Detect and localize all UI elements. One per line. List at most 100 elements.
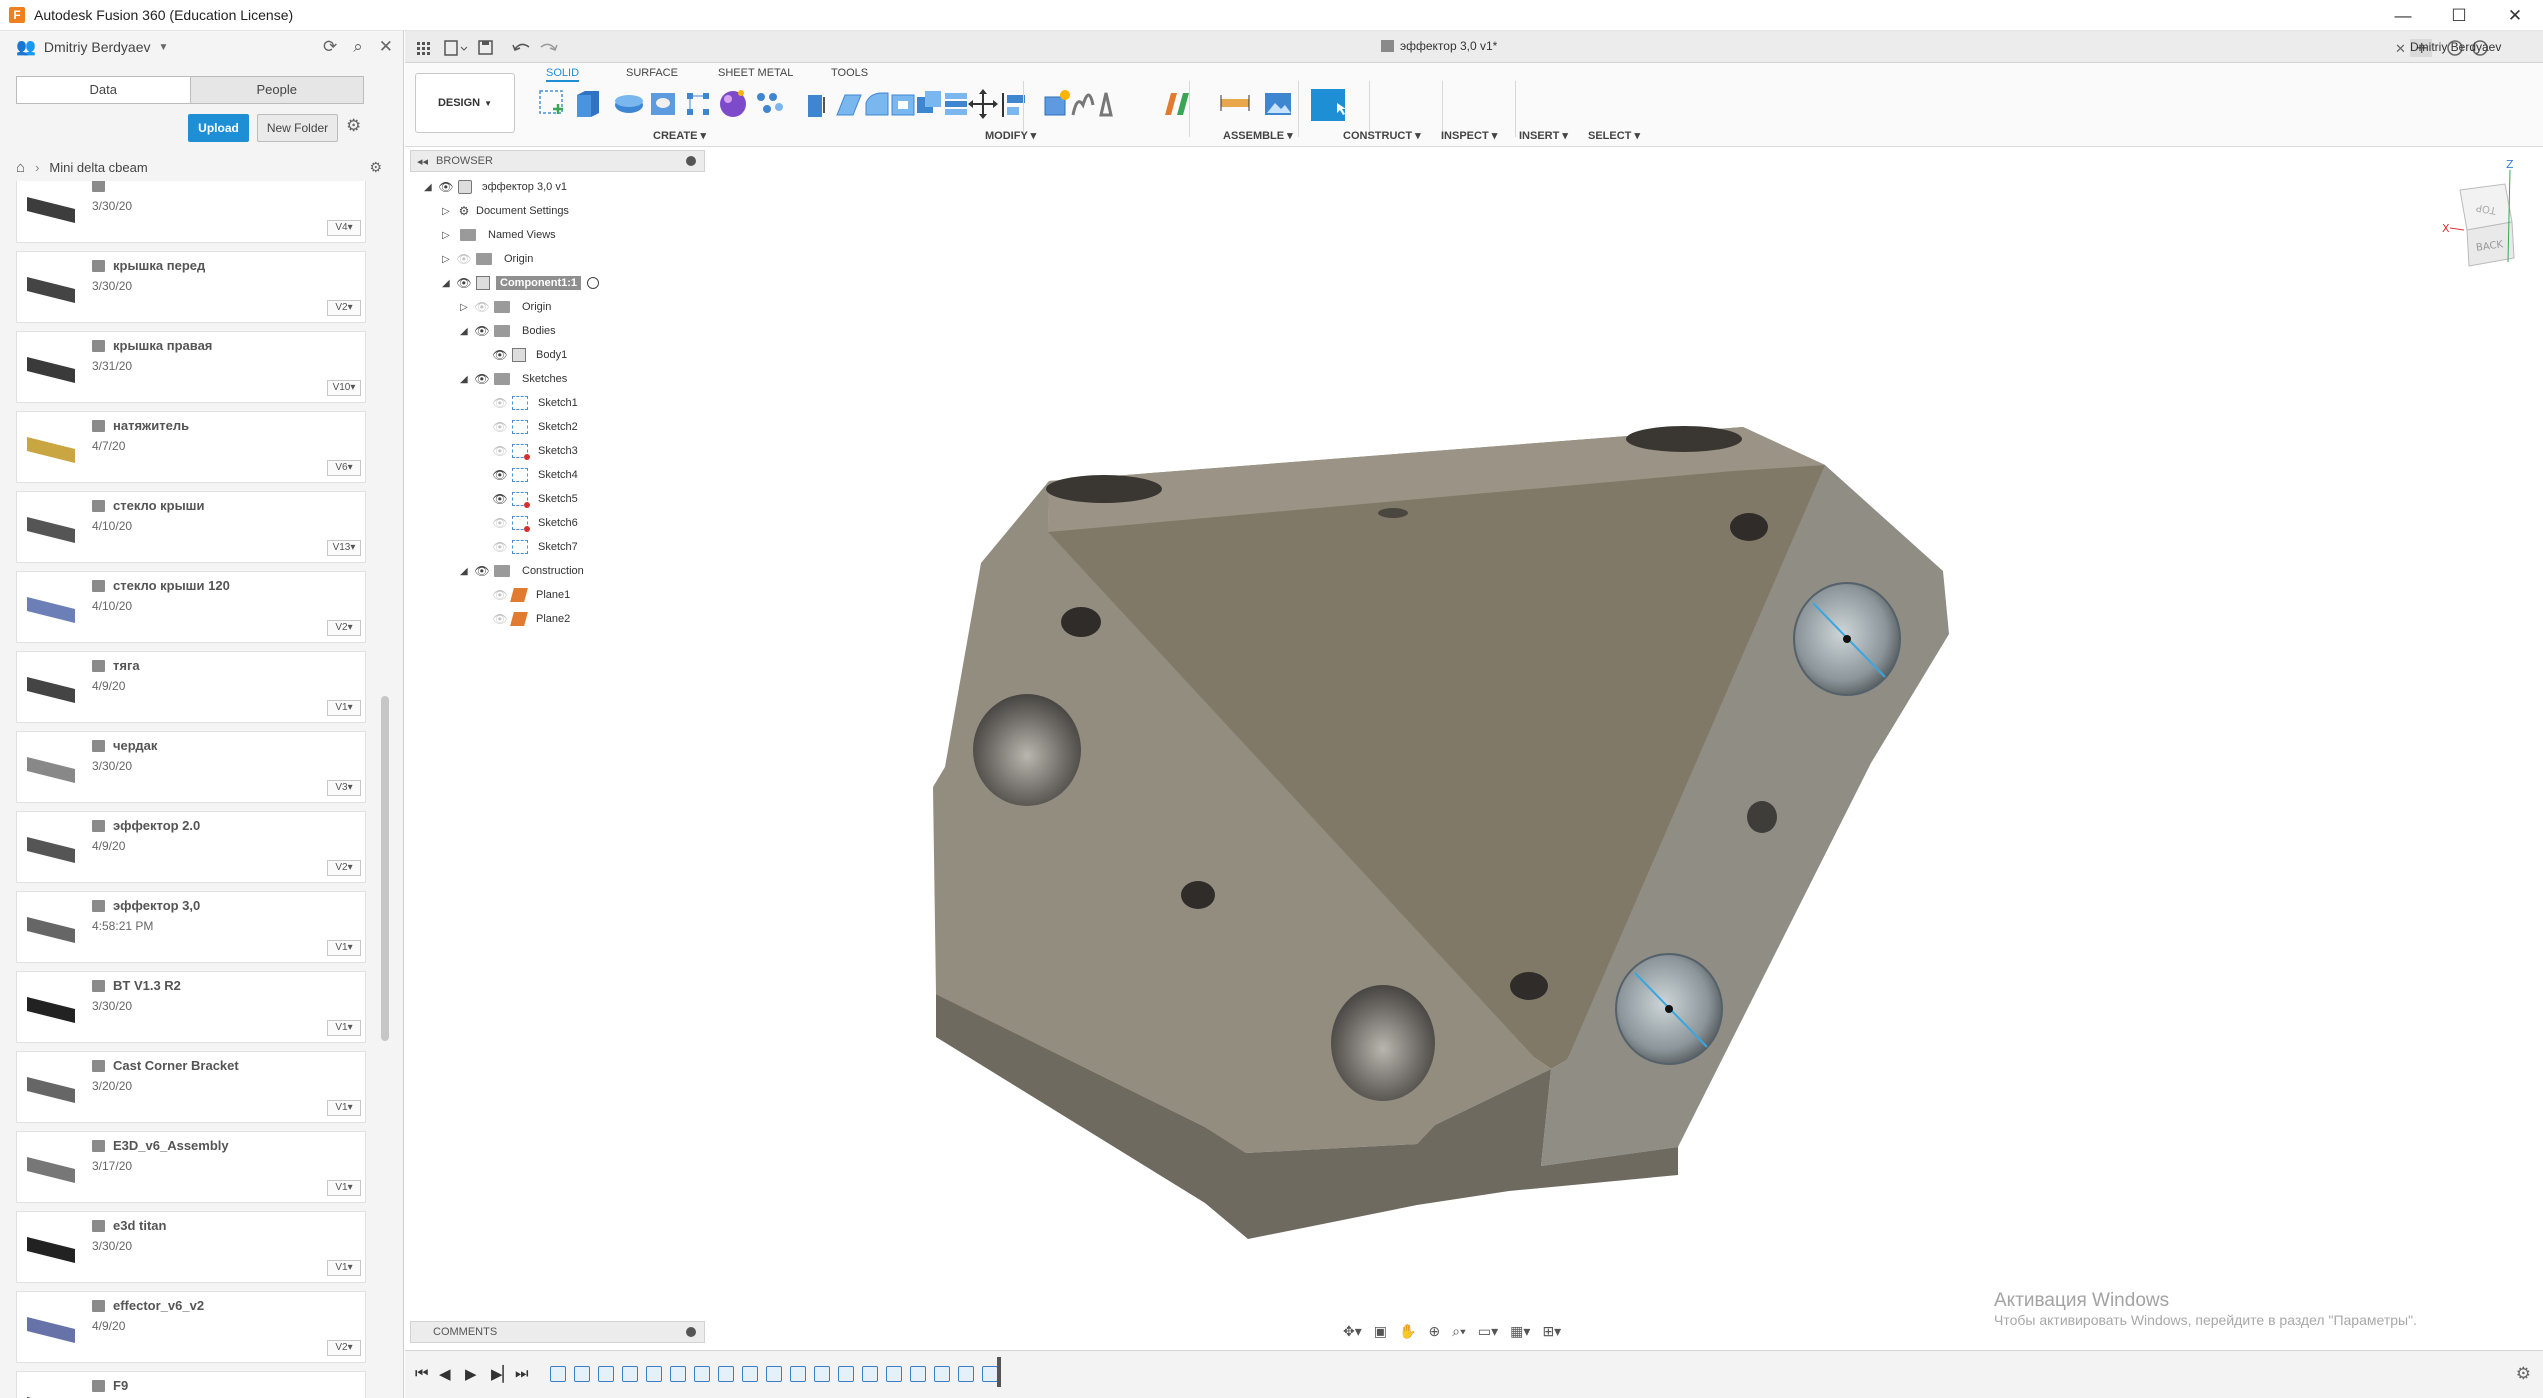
tree-sketch3[interactable]: 👁 Sketch3 [492, 440, 582, 462]
redo-icon[interactable] [540, 43, 558, 51]
file-item[interactable]: Cast Corner Bracket 3/20/20 V1▾ [16, 1051, 366, 1123]
eye-icon[interactable]: 👁 [438, 180, 454, 194]
collapse-browser-icon[interactable]: ◂◂ [417, 155, 428, 168]
file-item[interactable]: эффектор 3,0 4:58:21 PM V1▾ [16, 891, 366, 963]
tree-sketch4[interactable]: 👁 Sketch4 [492, 464, 582, 486]
tree-named-views[interactable]: ▷ Named Views [442, 224, 560, 246]
tree-sketch7[interactable]: 👁 Sketch7 [492, 536, 582, 558]
hole-icon[interactable] [651, 93, 675, 115]
eye-off-icon[interactable]: 👁 [492, 612, 508, 626]
tree-body1[interactable]: 👁 Body1 [492, 344, 571, 366]
expand-icon[interactable]: ▷ [442, 206, 456, 217]
tree-origin[interactable]: ▷ 👁 Origin [442, 248, 537, 270]
pan-icon[interactable]: ✋ [1399, 1323, 1416, 1340]
minimize-button[interactable]: — [2375, 0, 2431, 31]
file-item[interactable]: E3D_v6_Assembly 3/17/20 V1▾ [16, 1131, 366, 1203]
version-badge[interactable]: V13▾ [327, 540, 361, 556]
browser-pin-icon[interactable] [686, 156, 696, 166]
eye-icon[interactable]: 👁 [492, 348, 508, 362]
comments-panel-header[interactable]: COMMENTS [410, 1321, 705, 1343]
construct-menu[interactable]: CONSTRUCT ▾ [1343, 129, 1421, 142]
tree-root[interactable]: ◢ 👁 эффектор 3,0 v1 [424, 176, 571, 198]
eye-off-icon[interactable]: 👁 [492, 420, 508, 434]
timeline-play-icon[interactable]: ▶ [465, 1365, 477, 1383]
file-item[interactable]: BT V1.3 R2 3/30/20 V1▾ [16, 971, 366, 1043]
tree-sketch2[interactable]: 👁 Sketch2 [492, 416, 582, 438]
comments-pin-icon[interactable] [686, 1327, 696, 1337]
file-item[interactable]: крышка правая 3/31/20 V10▾ [16, 331, 366, 403]
tree-sketch6[interactable]: 👁 Sketch6 [492, 512, 582, 534]
hole[interactable] [1747, 801, 1777, 833]
timeline-feature[interactable] [718, 1366, 734, 1382]
timeline-feature[interactable] [838, 1366, 854, 1382]
document-tab[interactable]: эффектор 3,0 v1* [1381, 39, 1497, 53]
version-badge[interactable]: V2▾ [327, 620, 361, 636]
pattern-icon[interactable] [687, 93, 709, 115]
file-list-scrollbar[interactable] [381, 696, 389, 1041]
file-item[interactable]: чердак 3/30/20 V3▾ [16, 731, 366, 803]
close-window-button[interactable]: ✕ [2487, 0, 2543, 31]
as-built-joint-icon[interactable] [1099, 92, 1113, 117]
close-panel-icon[interactable]: ✕ [379, 37, 393, 57]
timeline-feature[interactable] [550, 1366, 566, 1382]
version-badge[interactable]: V1▾ [327, 1260, 361, 1276]
inspect-menu[interactable]: INSPECT ▾ [1441, 129, 1497, 142]
hole[interactable] [1181, 881, 1215, 909]
orbit-icon[interactable]: ✥▾ [1343, 1323, 1362, 1340]
maximize-button[interactable]: ☐ [2431, 0, 2487, 31]
tree-plane1[interactable]: 👁 Plane1 [492, 584, 574, 606]
tree-sketch5[interactable]: 👁 Sketch5 [492, 488, 582, 510]
file-item[interactable]: эффектор 2.0 4/9/20 V2▾ [16, 811, 366, 883]
file-item[interactable]: стекло крыши 120 4/10/20 V2▾ [16, 571, 366, 643]
timeline-feature[interactable] [958, 1366, 974, 1382]
file-item[interactable]: натяжитель 4/7/20 V6▾ [16, 411, 366, 483]
hole[interactable] [1046, 475, 1162, 503]
eye-icon[interactable]: 👁 [474, 372, 490, 386]
save-icon[interactable] [478, 40, 493, 55]
timeline-feature[interactable] [598, 1366, 614, 1382]
version-badge[interactable]: V2▾ [327, 1340, 361, 1356]
tree-sketch1[interactable]: 👁 Sketch1 [492, 392, 582, 414]
breadcrumb-project[interactable]: Mini delta cbeam [49, 160, 147, 175]
timeline-feature[interactable] [766, 1366, 782, 1382]
hole[interactable] [1378, 508, 1408, 518]
activate-component-icon[interactable] [587, 277, 599, 289]
ball-socket[interactable] [1331, 985, 1435, 1101]
browser-header[interactable]: ◂◂ BROWSER [410, 150, 705, 172]
move-icon[interactable] [968, 89, 998, 119]
mirror-pattern-icon[interactable] [757, 93, 783, 113]
timeline-feature[interactable] [982, 1366, 998, 1382]
collapse-icon[interactable]: ◢ [460, 374, 474, 385]
version-badge[interactable]: V2▾ [327, 860, 361, 876]
insert-image-icon[interactable] [1265, 93, 1291, 115]
align-icon[interactable] [1002, 93, 1025, 117]
gear-icon[interactable]: ⚙ [346, 116, 361, 136]
tree-sketches[interactable]: ◢ 👁 Sketches [460, 368, 571, 390]
collapse-icon[interactable]: ◢ [460, 566, 474, 577]
timeline-feature[interactable] [790, 1366, 806, 1382]
select-menu[interactable]: SELECT ▾ [1588, 129, 1640, 142]
timeline-feature[interactable] [886, 1366, 902, 1382]
eye-off-icon[interactable]: 👁 [492, 444, 508, 458]
timeline-feature[interactable] [814, 1366, 830, 1382]
tab-data[interactable]: Data [17, 77, 190, 103]
timeline-feature[interactable] [670, 1366, 686, 1382]
version-badge[interactable]: V1▾ [327, 1020, 361, 1036]
version-badge[interactable]: V2▾ [327, 300, 361, 316]
upload-button[interactable]: Upload [188, 114, 249, 142]
model-canvas[interactable]: TOP BACK X Z [405, 147, 2543, 1350]
hole[interactable] [1510, 972, 1548, 1000]
version-badge[interactable]: V1▾ [327, 1100, 361, 1116]
create-sketch-icon[interactable] [539, 90, 563, 114]
eye-icon[interactable]: 👁 [492, 468, 508, 482]
eye-off-icon[interactable]: 👁 [456, 252, 472, 266]
timeline-feature[interactable] [910, 1366, 926, 1382]
expand-icon[interactable]: ▷ [460, 302, 474, 313]
timeline-marker[interactable] [997, 1357, 1001, 1387]
hole[interactable] [1626, 426, 1742, 452]
file-item[interactable]: effector_v6_v2 4/9/20 V2▾ [16, 1291, 366, 1363]
timeline-feature[interactable] [574, 1366, 590, 1382]
ball-socket[interactable] [973, 694, 1081, 806]
eye-off-icon[interactable]: 👁 [492, 396, 508, 410]
timeline-feature[interactable] [646, 1366, 662, 1382]
